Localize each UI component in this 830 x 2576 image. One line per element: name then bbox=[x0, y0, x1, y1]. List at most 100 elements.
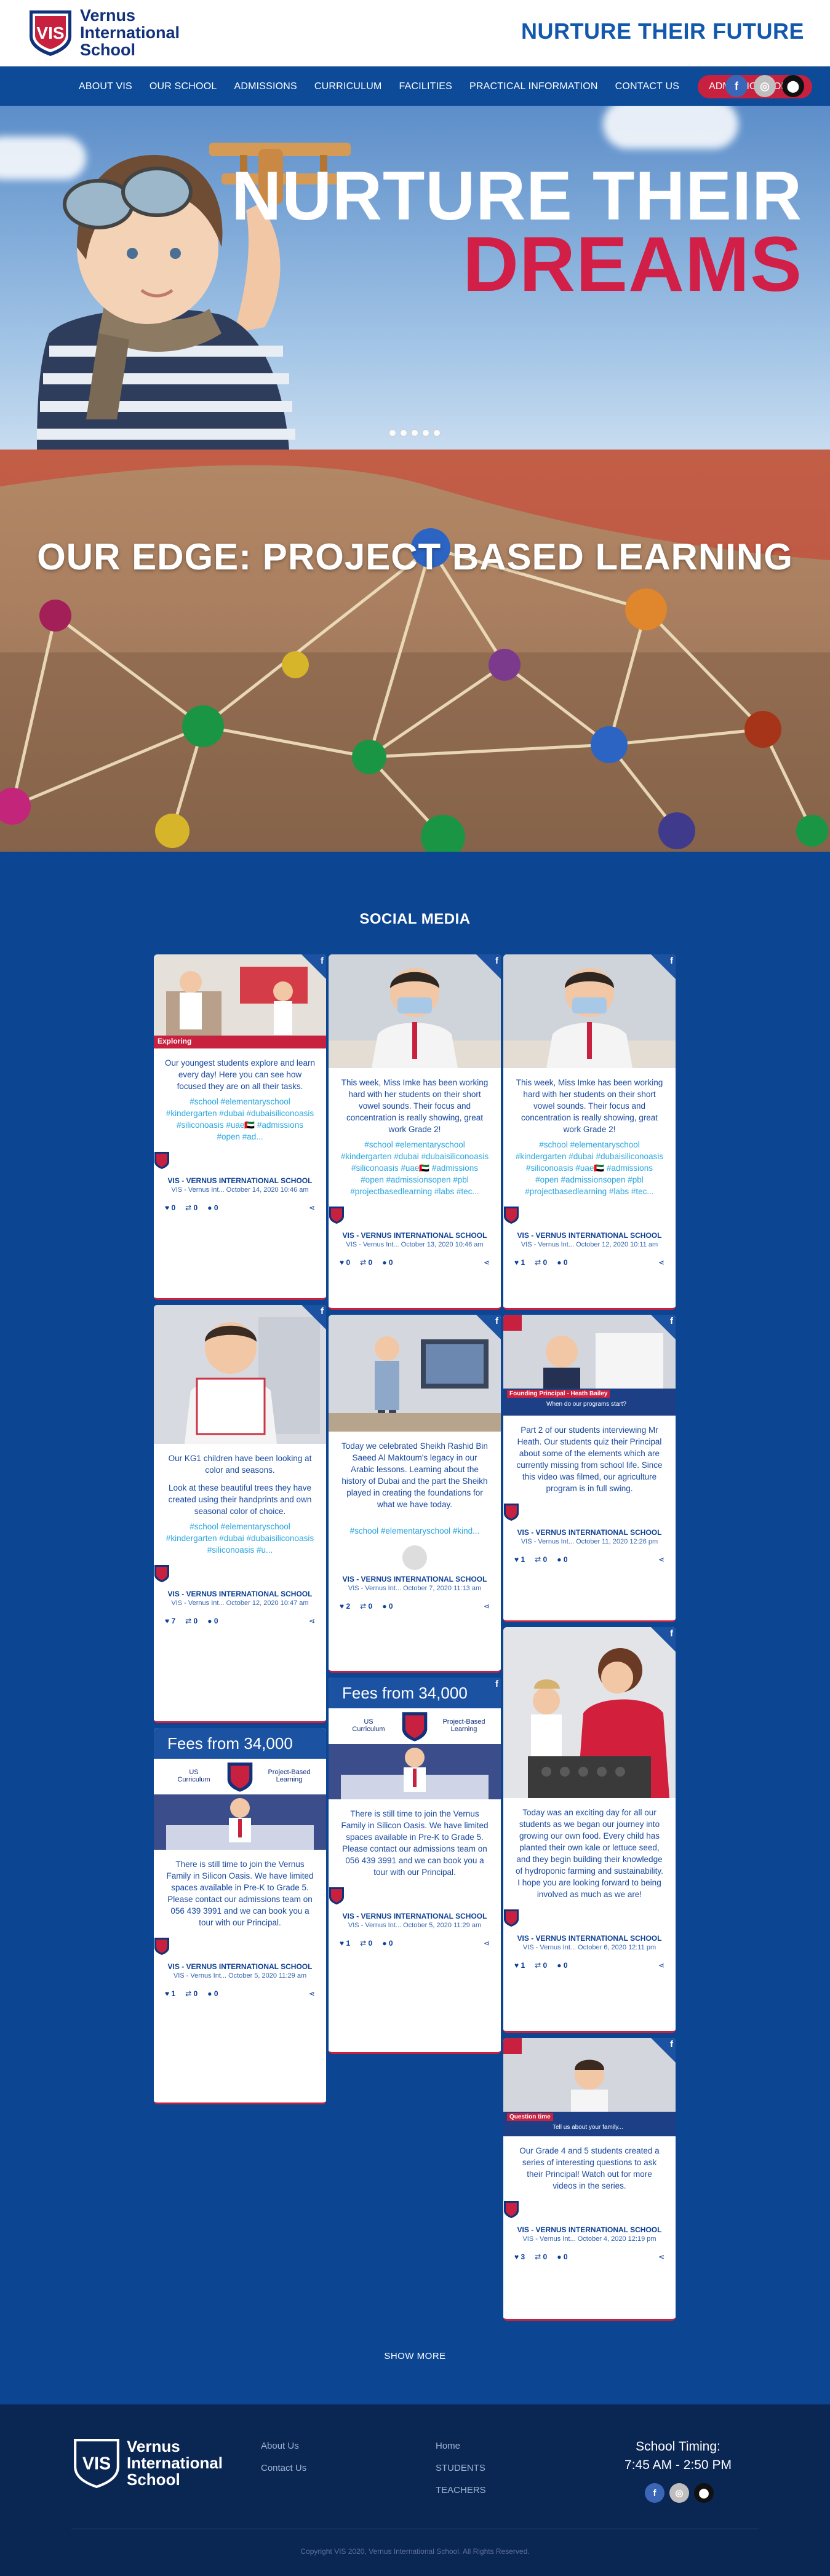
like-count[interactable]: ♥ 0 bbox=[340, 1258, 350, 1267]
svg-text:VIS: VIS bbox=[36, 23, 64, 42]
social-post-card[interactable]: f This week, Miss Imke has been working … bbox=[329, 954, 501, 1310]
nav-contact[interactable]: CONTACT US bbox=[615, 81, 680, 92]
retweet-count[interactable]: ⇄ 0 bbox=[185, 1203, 198, 1212]
slider-dot[interactable] bbox=[400, 429, 407, 437]
share-icon[interactable]: ⋖ bbox=[309, 1989, 315, 1998]
share-icon[interactable]: ⋖ bbox=[658, 1258, 664, 1267]
comment-count[interactable]: ● 0 bbox=[557, 1258, 567, 1267]
post-photo bbox=[503, 2038, 676, 2136]
social-post-card[interactable]: f Our KG1 children have been looking at … bbox=[154, 1305, 326, 1723]
facebook-icon[interactable]: f bbox=[725, 75, 748, 97]
social-title: SOCIAL MEDIA bbox=[359, 911, 471, 927]
share-icon[interactable]: ⋖ bbox=[309, 1617, 315, 1625]
social-post-card[interactable]: f This week, Miss Imke has been working … bbox=[503, 954, 676, 1310]
share-icon[interactable]: ⋖ bbox=[484, 1602, 490, 1611]
nav-curriculum[interactable]: CURRICULUM bbox=[314, 81, 382, 92]
footer-link-about[interactable]: About Us bbox=[261, 2435, 306, 2457]
share-icon[interactable]: ⋖ bbox=[484, 1939, 490, 1948]
instagram-icon[interactable]: ◎ bbox=[669, 2483, 689, 2503]
retweet-count[interactable]: ⇄ 0 bbox=[535, 1555, 547, 1564]
footer-link-contact[interactable]: Contact Us bbox=[261, 2457, 306, 2479]
retweet-count[interactable]: ⇄ 0 bbox=[185, 1989, 198, 1998]
logo-text: Vernus International School bbox=[80, 7, 180, 58]
post-image: f bbox=[329, 1315, 501, 1432]
comment-count[interactable]: ● 0 bbox=[382, 1258, 393, 1267]
post-text: Our Grade 4 and 5 students created a ser… bbox=[519, 2146, 660, 2190]
social-post-card[interactable]: Exploring f Our youngest students explor… bbox=[154, 954, 326, 1300]
nav-admissions[interactable]: ADMISSIONS bbox=[234, 81, 297, 92]
header-tagline: NURTURE THEIR FUTURE bbox=[521, 18, 804, 44]
post-image: Exploring f bbox=[154, 954, 326, 1048]
social-post-card[interactable]: f Today we celebrated Sheikh Rashid Bin … bbox=[329, 1315, 501, 1673]
slider-dot[interactable] bbox=[389, 429, 396, 437]
footer-link-teachers[interactable]: TEACHERS bbox=[436, 2479, 486, 2502]
footer-link-students[interactable]: STUDENTS bbox=[436, 2457, 486, 2479]
like-count[interactable]: ♥ 2 bbox=[340, 1602, 350, 1611]
fees-sub-right: Project-Based Learning bbox=[442, 1718, 485, 1733]
like-count[interactable]: ♥ 1 bbox=[514, 1258, 525, 1267]
share-icon[interactable]: ⋖ bbox=[484, 1258, 490, 1267]
like-count[interactable]: ♥ 1 bbox=[165, 1989, 175, 1998]
social-post-card[interactable]: Founding Principal - Heath Bailey When d… bbox=[503, 1315, 676, 1622]
like-count[interactable]: ♥ 1 bbox=[514, 1961, 525, 1970]
social-post-card[interactable]: Fees from 34,000 AED US Curriculum Proje… bbox=[329, 1678, 501, 2054]
svg-text:VIS: VIS bbox=[82, 2454, 111, 2473]
retweet-count[interactable]: ⇄ 0 bbox=[360, 1602, 372, 1611]
school-logo[interactable]: VIS Vernus International School bbox=[26, 7, 180, 58]
like-count[interactable]: ♥ 7 bbox=[165, 1617, 175, 1625]
footer-link-home[interactable]: Home bbox=[436, 2435, 486, 2457]
like-count[interactable]: ♥ 1 bbox=[514, 1555, 525, 1564]
nav-our-school[interactable]: OUR SCHOOL bbox=[150, 81, 217, 92]
post-actions: ♥ 7 ⇄ 0 ● 0 ⋖ bbox=[154, 1612, 326, 1631]
map-pin-icon[interactable]: ⬤ bbox=[782, 75, 804, 97]
comment-count[interactable]: ● 0 bbox=[557, 2253, 567, 2261]
nav-about[interactable]: ABOUT VIS bbox=[79, 81, 132, 92]
slider-dot[interactable] bbox=[422, 429, 429, 437]
like-count[interactable]: ♥ 3 bbox=[514, 2253, 525, 2261]
instagram-icon[interactable]: ◎ bbox=[754, 75, 776, 97]
social-post-card[interactable]: Question time Tell us about your family.… bbox=[503, 2038, 676, 2321]
facebook-icon[interactable]: f bbox=[645, 2483, 664, 2503]
retweet-count[interactable]: ⇄ 0 bbox=[360, 1258, 372, 1267]
retweet-count[interactable]: ⇄ 0 bbox=[185, 1617, 198, 1625]
post-photo bbox=[329, 954, 501, 1068]
nav-facilities[interactable]: FACILITIES bbox=[399, 81, 452, 92]
hero-title-line-2: DREAMS bbox=[462, 221, 802, 307]
post-hashtags: #school #elementaryschool #kindergarten … bbox=[166, 1097, 314, 1141]
comment-count[interactable]: ● 0 bbox=[557, 1961, 567, 1970]
share-icon[interactable]: ⋖ bbox=[309, 1203, 315, 1212]
slider-dot[interactable] bbox=[433, 429, 441, 437]
comment-count[interactable]: ● 0 bbox=[557, 1555, 567, 1564]
slider-dot[interactable] bbox=[411, 429, 418, 437]
footer-logo[interactable]: VIS Vernus International School bbox=[71, 2436, 223, 2489]
social-media-section: SOCIAL MEDIA Exploring f Our youngest st… bbox=[0, 852, 830, 2404]
post-image: Fees from 34,000 AED US Curriculum Proje… bbox=[154, 1728, 326, 1850]
post-actions: ♥ 3 ⇄ 0 ● 0 ⋖ bbox=[503, 2248, 676, 2267]
like-count[interactable]: ♥ 0 bbox=[165, 1203, 175, 1212]
retweet-count[interactable]: ⇄ 0 bbox=[360, 1939, 372, 1948]
map-pin-icon[interactable]: ⬤ bbox=[694, 2483, 714, 2503]
share-icon[interactable]: ⋖ bbox=[658, 2253, 664, 2261]
vis-shield-icon bbox=[504, 1207, 519, 1224]
share-icon[interactable]: ⋖ bbox=[658, 1555, 664, 1564]
like-count[interactable]: ♥ 1 bbox=[340, 1939, 350, 1948]
social-post-card[interactable]: f Today was an exciting day for all our … bbox=[503, 1627, 676, 2033]
retweet-count[interactable]: ⇄ 0 bbox=[535, 1961, 547, 1970]
main-nav: ABOUT VIS OUR SCHOOL ADMISSIONS CURRICUL… bbox=[0, 66, 830, 106]
nav-practical-info[interactable]: PRACTICAL INFORMATION bbox=[469, 81, 598, 92]
comment-count[interactable]: ● 0 bbox=[207, 1203, 218, 1212]
comment-count[interactable]: ● 0 bbox=[382, 1602, 393, 1611]
show-more-button[interactable]: SHOW MORE bbox=[0, 2351, 830, 2361]
vis-shield-icon bbox=[504, 1504, 519, 1521]
comment-count[interactable]: ● 0 bbox=[207, 1989, 218, 1998]
retweet-count[interactable]: ⇄ 0 bbox=[535, 2253, 547, 2261]
post-meta: VIS - Vernus Int... October 5, 2020 11:2… bbox=[348, 1922, 482, 1929]
comment-count[interactable]: ● 0 bbox=[207, 1617, 218, 1625]
retweet-count[interactable]: ⇄ 0 bbox=[535, 1258, 547, 1267]
share-icon[interactable]: ⋖ bbox=[658, 1961, 664, 1970]
comment-count[interactable]: ● 0 bbox=[382, 1939, 393, 1948]
vis-shield-icon bbox=[154, 1938, 169, 1955]
vis-shield-icon bbox=[154, 1565, 169, 1582]
post-text: There is still time to join the Vernus F… bbox=[341, 1809, 489, 1877]
social-post-card[interactable]: Fees from 34,000 AED US Curriculum Proje… bbox=[154, 1728, 326, 2104]
